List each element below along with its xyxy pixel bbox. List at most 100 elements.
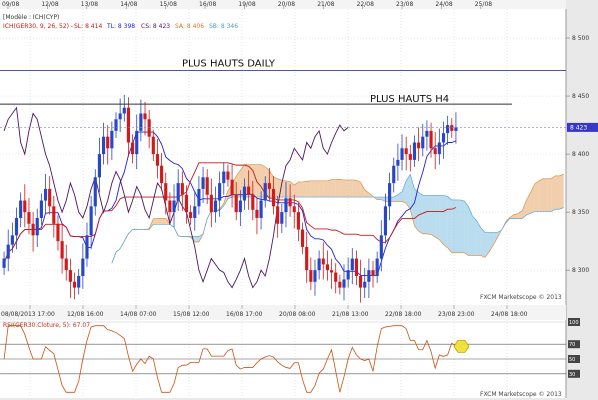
rsi-tick-label: 50 bbox=[569, 357, 575, 363]
candle-body bbox=[81, 258, 85, 276]
candle-body bbox=[151, 136, 155, 155]
price-tick-label: 8 500 bbox=[572, 35, 589, 42]
cloud-segment bbox=[555, 175, 560, 210]
chart-canvas[interactable]: 09/08 12/08 13/08 14/08 15/08 16/08 19/08 20/08… bbox=[0, 0, 598, 400]
cloud-segment bbox=[161, 218, 166, 225]
candle-body bbox=[126, 107, 131, 143]
bottom-date-label: 23/08 23:00 bbox=[438, 311, 475, 318]
top-date-label: 19/08 bbox=[238, 1, 255, 8]
candle-body bbox=[251, 194, 255, 210]
candle-body bbox=[155, 154, 160, 166]
candle-body bbox=[85, 235, 89, 259]
candle-body bbox=[259, 200, 263, 218]
candle-body bbox=[193, 206, 197, 218]
watermark-price: FXCM Marketscope © 2013 bbox=[480, 294, 562, 301]
candle-body bbox=[118, 113, 122, 120]
cloud-segment bbox=[431, 195, 436, 238]
cloud-segment bbox=[335, 179, 340, 198]
cloud-segment bbox=[460, 199, 465, 253]
candle-body bbox=[2, 258, 6, 268]
top-date-label: 24/08 bbox=[435, 1, 452, 8]
cloud-segment bbox=[302, 181, 307, 198]
candle-body bbox=[338, 281, 342, 288]
top-date-label: 14/08 bbox=[120, 1, 137, 8]
cloud-segment bbox=[443, 195, 448, 248]
candle-body bbox=[230, 179, 234, 195]
candle-body bbox=[52, 206, 56, 224]
candle-body bbox=[176, 183, 180, 201]
candle-body bbox=[288, 198, 292, 207]
candle-body bbox=[27, 212, 31, 224]
bottom-date-label: 16/08 17:00 bbox=[226, 311, 263, 318]
cloud-segment bbox=[352, 179, 357, 198]
cloud-segment bbox=[281, 180, 286, 198]
model-label: [Modèle : ICH(CYP) bbox=[3, 14, 59, 21]
cloud-segment bbox=[339, 179, 344, 198]
candle-body bbox=[56, 223, 60, 242]
candle-body bbox=[226, 171, 230, 180]
cloud-segment bbox=[542, 178, 548, 212]
cloud-segment bbox=[314, 180, 320, 198]
price-tick-label: 8 300 bbox=[572, 267, 589, 274]
candle-body bbox=[238, 200, 242, 213]
candle-body bbox=[354, 258, 359, 276]
candle-body bbox=[184, 194, 189, 213]
rsi-label: RSI(GER30.Cloture, 5): 67.07 bbox=[3, 322, 90, 329]
cloud-segment bbox=[298, 181, 303, 198]
candle-body bbox=[168, 200, 172, 213]
bottom-date-label: 12/08 16:00 bbox=[67, 311, 104, 318]
candle-body bbox=[164, 183, 168, 201]
candle-body bbox=[35, 217, 39, 236]
candle-body bbox=[209, 194, 213, 213]
daily-high-annotation[interactable]: PLUS HAUTS DAILY bbox=[182, 59, 276, 70]
cloud-segment bbox=[464, 201, 469, 256]
candle-body bbox=[201, 177, 205, 189]
candle-body bbox=[392, 165, 396, 184]
candle-body bbox=[23, 200, 27, 213]
candle-body bbox=[247, 186, 251, 195]
rsi-tick-label: 70 bbox=[569, 342, 575, 348]
candle-body bbox=[367, 270, 371, 282]
top-date-label: 15/08 bbox=[160, 1, 177, 8]
candle-body bbox=[189, 212, 193, 218]
bottom-date-label: 15/08 12:00 bbox=[173, 311, 210, 318]
candle-body bbox=[375, 258, 379, 276]
cloud-segment bbox=[157, 218, 162, 225]
top-date-label: 25/08 bbox=[475, 1, 492, 8]
watermark-rsi: FXCM Marketscope © 2013 bbox=[480, 391, 562, 398]
candle-body bbox=[309, 270, 313, 282]
cloud-segment bbox=[310, 180, 315, 198]
cloud-segment bbox=[547, 178, 552, 212]
h4-high-annotation[interactable]: PLUS HAUTS H4 bbox=[370, 94, 449, 105]
price-panel[interactable] bbox=[0, 9, 566, 305]
candle-body bbox=[441, 133, 446, 143]
candle-body bbox=[284, 198, 288, 213]
top-date-label: 20/08 bbox=[278, 1, 295, 8]
candle-body bbox=[359, 275, 363, 288]
candle-body bbox=[172, 200, 176, 213]
candle-body bbox=[305, 246, 309, 271]
candle-body bbox=[180, 183, 184, 195]
bottom-date-label: 24/08 18:00 bbox=[491, 311, 528, 318]
candle-body bbox=[383, 206, 388, 236]
candle-body bbox=[89, 206, 93, 236]
candle-body bbox=[31, 223, 35, 236]
bottom-date-label: 20/08 08:00 bbox=[279, 311, 316, 318]
ichimoku-label: ICH(GER30, 9, 26, 52) - bbox=[3, 23, 73, 30]
cloud-segment bbox=[455, 199, 461, 253]
rsi-tick-label: 100 bbox=[569, 320, 579, 326]
candle-body bbox=[379, 235, 383, 259]
candle-body bbox=[313, 270, 317, 282]
candle-body bbox=[412, 142, 417, 160]
cloud-segment bbox=[377, 197, 382, 200]
cloud-segment bbox=[285, 180, 291, 198]
candle-body bbox=[72, 281, 77, 288]
top-date-label: 23/08 bbox=[396, 1, 413, 8]
sa-value: SA: 8 406 bbox=[175, 23, 204, 30]
candle-body bbox=[101, 136, 106, 155]
cloud-segment bbox=[435, 195, 440, 240]
cloud-segment bbox=[538, 178, 543, 212]
sl-value: SL: 8 414 bbox=[74, 23, 102, 30]
cloud-segment bbox=[559, 174, 564, 210]
candle-body bbox=[408, 154, 412, 160]
